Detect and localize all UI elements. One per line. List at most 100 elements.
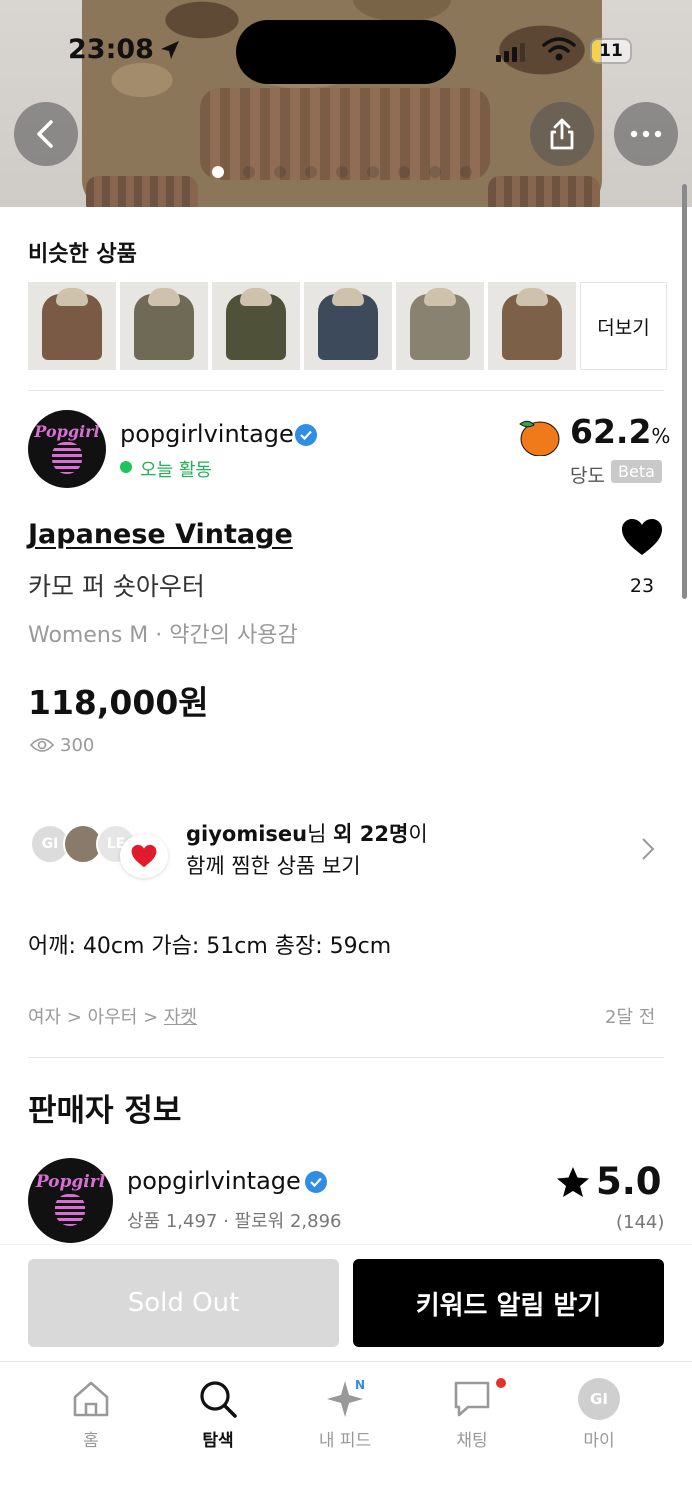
scrollbar[interactable] — [682, 184, 687, 599]
page-dot — [367, 166, 379, 178]
product-photo-cuff — [488, 176, 600, 207]
tab-explore[interactable]: 탐색 — [168, 1376, 268, 1451]
page-dot — [212, 166, 224, 178]
more-horizontal-icon — [630, 130, 662, 138]
thumb-hood — [424, 288, 456, 306]
breadcrumb-level[interactable]: 여자 — [28, 1007, 61, 1028]
thumb-hood — [516, 288, 548, 306]
similar-item-thumbnail[interactable] — [488, 282, 576, 370]
page-dot — [429, 166, 441, 178]
tab-home[interactable]: 홈 — [41, 1376, 141, 1451]
seller-info-title: 판매자 정보 — [28, 1093, 182, 1129]
battery-indicator: 11 — [590, 38, 632, 64]
breadcrumb-level[interactable]: 아우터 — [88, 1007, 138, 1028]
sold-out-button[interactable]: Sold Out — [28, 1259, 339, 1347]
seller-name[interactable]: popgirlvintage — [120, 420, 294, 448]
similar-item-thumbnail[interactable] — [28, 282, 116, 370]
unread-dot — [496, 1378, 506, 1388]
back-button[interactable] — [14, 102, 78, 166]
star-icon — [557, 1166, 589, 1197]
verified-badge-icon — [295, 424, 317, 446]
breadcrumb-level[interactable]: 자켓 — [164, 1007, 197, 1028]
product-price: 118,000원 — [28, 683, 209, 722]
page-dot — [460, 166, 472, 178]
divider — [28, 390, 664, 391]
seller-info-name[interactable]: popgirlvintage — [127, 1167, 301, 1195]
verified-badge-icon — [305, 1171, 327, 1193]
tab-label: 탐색 — [202, 1431, 234, 1451]
similar-item-thumbnail[interactable] — [304, 282, 392, 370]
cellular-signal-icon — [496, 40, 525, 62]
peach-score-unit: % — [651, 424, 671, 448]
seller-avatar-logo: Popgirl — [35, 1172, 106, 1192]
seller-avatar[interactable]: Popgirl — [28, 1158, 113, 1243]
product-description: 어깨: 40cm 가슴: 51cm 총장: 59cm — [28, 934, 392, 959]
heart-emoji-icon — [120, 834, 168, 878]
similar-item-thumbnail[interactable] — [120, 282, 208, 370]
rating-value: 5.0 — [596, 1160, 662, 1203]
avatar-initials: GI — [41, 836, 59, 852]
seller-avatar[interactable]: Popgirl — [28, 410, 106, 488]
thumb-hood — [56, 288, 88, 306]
tab-my-feed[interactable]: N 내 피드 — [295, 1376, 395, 1451]
liked-user: giyomiseu — [186, 822, 308, 846]
peach-score-value: 62.2 — [570, 412, 652, 451]
home-icon — [73, 1381, 109, 1417]
product-brand-link[interactable]: Japanese Vintage — [28, 519, 293, 550]
chevron-left-icon — [37, 120, 53, 148]
battery-level: 11 — [599, 41, 623, 61]
liked-together-subtitle: 함께 찜한 상품 보기 — [186, 854, 361, 878]
beta-badge: Beta — [611, 460, 662, 483]
posted-time: 2달 전 — [605, 1007, 656, 1028]
like-count: 23 — [629, 575, 655, 597]
product-title: 카모 퍼 숏아우터 — [28, 572, 205, 601]
seller-avatar-art — [55, 1194, 85, 1226]
similar-item-thumbnail[interactable] — [396, 282, 484, 370]
eye-icon — [30, 738, 54, 752]
similar-items-title: 비슷한 상품 — [28, 242, 137, 267]
location-arrow-icon — [161, 41, 179, 59]
more-options-button[interactable] — [614, 102, 678, 166]
activity-status-dot — [120, 461, 132, 473]
divider — [28, 1057, 664, 1058]
category-breadcrumb: 여자 > 아우터 > 자켓 — [28, 1003, 197, 1029]
carousel-page-indicator — [212, 166, 472, 178]
similar-more-button[interactable]: 더보기 — [580, 282, 667, 370]
seller-avatar-logo: Popgirl — [34, 422, 100, 441]
profile-initials: GI — [590, 1390, 608, 1408]
tab-my[interactable]: GI 마이 — [549, 1376, 649, 1451]
tab-label: 홈 — [83, 1431, 99, 1451]
similar-item-thumbnail[interactable] — [212, 282, 300, 370]
thumb-hood — [240, 288, 272, 306]
seller-stats: 상품 1,497 · 팔로워 2,896 — [127, 1211, 342, 1232]
profile-icon: GI — [578, 1378, 620, 1420]
rating-count: (144) — [616, 1212, 665, 1233]
tab-label: 채팅 — [456, 1431, 488, 1451]
view-count: 300 — [60, 735, 95, 756]
wifi-icon — [542, 37, 576, 61]
thumb-hood — [148, 288, 180, 306]
new-badge: N — [355, 1378, 366, 1392]
share-icon — [550, 118, 574, 150]
tab-chat[interactable]: 채팅 — [422, 1376, 522, 1451]
page-dot — [243, 166, 255, 178]
dynamic-island — [236, 20, 456, 84]
similar-items-list: 더보기 — [28, 282, 667, 370]
seller-rating: 5.0 — [556, 1160, 662, 1203]
peach-score-label: 당도 — [570, 465, 605, 487]
search-icon — [200, 1381, 237, 1418]
breadcrumb-sep: > — [137, 1007, 164, 1028]
keyword-alert-button[interactable]: 키워드 알림 받기 — [353, 1259, 664, 1347]
heart-icon[interactable] — [621, 518, 663, 556]
breadcrumb-sep: > — [61, 1007, 88, 1028]
chevron-right-icon — [642, 838, 655, 860]
thumb-hood — [332, 288, 364, 306]
tab-label: 마이 — [583, 1431, 615, 1451]
tab-label: 내 피드 — [318, 1431, 372, 1451]
liked-together-title: giyomiseu님 외 22명이 — [186, 818, 428, 848]
share-button[interactable] — [530, 102, 594, 166]
page-dot — [336, 166, 348, 178]
product-photo-cuff — [86, 176, 198, 207]
chat-icon — [454, 1381, 490, 1417]
peach-icon[interactable] — [516, 416, 560, 456]
